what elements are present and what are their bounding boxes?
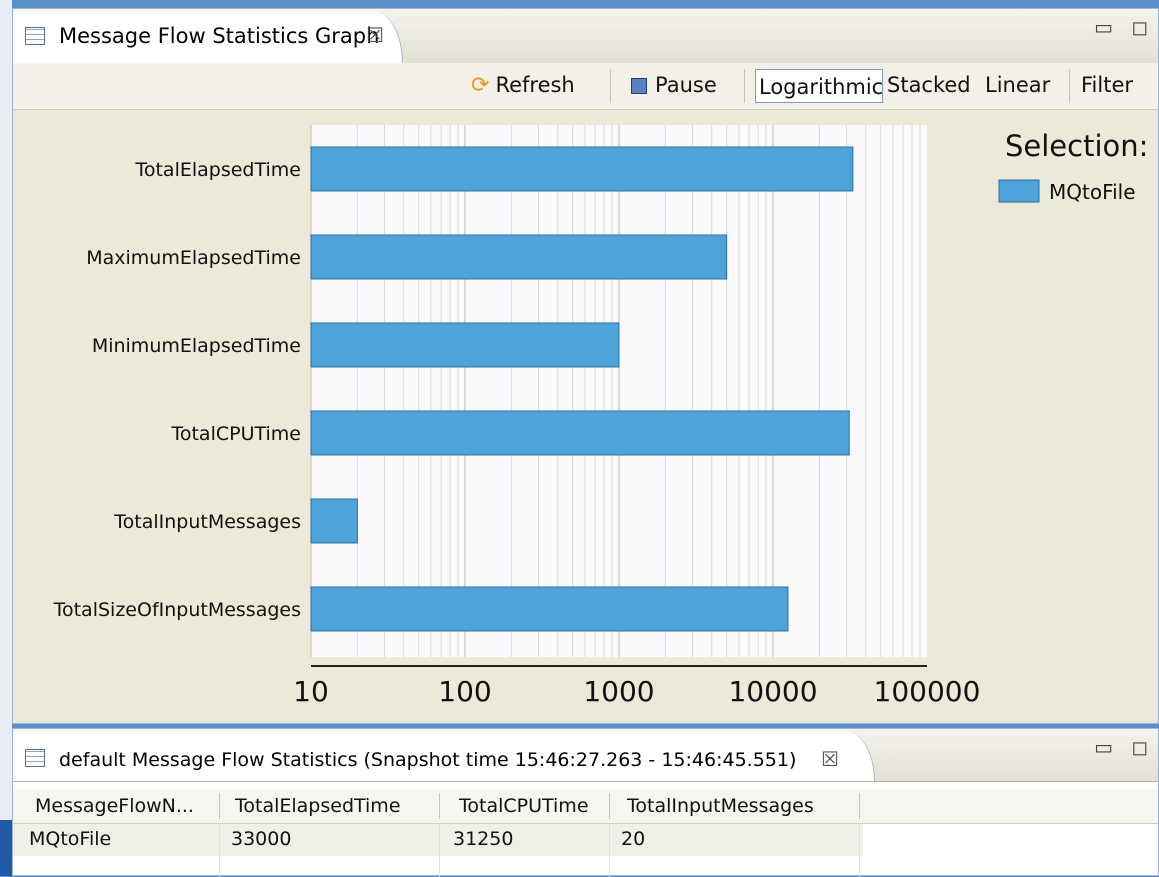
bar-maximumelapsedtime — [310, 234, 728, 280]
tab-title: default Message Flow Statistics (Snapsho… — [59, 749, 797, 771]
statistics-table-view: default Message Flow Statistics (Snapsho… — [12, 728, 1159, 877]
category-label: TotalCPUTime — [170, 423, 301, 445]
column-divider[interactable] — [439, 793, 440, 819]
chart-category-labels: TotalElapsedTime MaximumElapsedTime Minimu… — [53, 159, 301, 621]
column-divider — [219, 824, 220, 877]
x-tick-label: 10000 — [728, 675, 817, 708]
table-icon — [25, 749, 45, 767]
cell-totalelapsedtime: 33000 — [231, 828, 292, 850]
x-tick-label: 1000 — [583, 675, 654, 708]
column-divider — [859, 824, 860, 877]
column-divider[interactable] — [609, 793, 610, 819]
category-label: MinimumElapsedTime — [92, 335, 301, 357]
x-tick-label: 10 — [293, 675, 329, 708]
cell-totalcputime: 31250 — [453, 828, 514, 850]
table-row[interactable]: MQtoFile 33000 31250 20 — [13, 824, 863, 856]
bar-minimumelapsedtime — [310, 322, 620, 368]
minimize-maximize-icon[interactable]: ▭ ◻ — [1094, 735, 1154, 759]
x-tick-label: 100 — [438, 675, 491, 708]
column-divider — [609, 824, 610, 877]
category-label: TotalElapsedTime — [134, 159, 301, 181]
x-tick-label: 100000 — [874, 675, 981, 708]
cell-totalinputmessages: 20 — [621, 828, 646, 850]
left-edge — [0, 0, 12, 820]
category-label: TotalSizeOfInputMessages — [53, 599, 301, 621]
column-header-totalcputime[interactable]: TotalCPUTime — [459, 795, 589, 817]
legend-swatch — [998, 179, 1040, 203]
bar-totalinputmessages — [310, 498, 358, 544]
bar-totalsizeofinputmessages — [310, 586, 789, 632]
close-icon[interactable]: ☒ — [821, 747, 839, 771]
column-header-totalelapsedtime[interactable]: TotalElapsedTime — [235, 795, 401, 817]
column-header-totalinputmessages[interactable]: TotalInputMessages — [627, 795, 814, 817]
legend-label: MQtoFile — [1049, 180, 1136, 204]
desktop-background — [0, 820, 12, 876]
category-label: TotalInputMessages — [113, 511, 301, 533]
view-tabstrip: default Message Flow Statistics (Snapsho… — [13, 729, 1158, 782]
table-header: MessageFlowN... TotalElapsedTime TotalCP… — [13, 789, 1158, 824]
bar-totalelapsedtime — [310, 146, 854, 192]
category-label: MaximumElapsedTime — [86, 247, 301, 269]
column-divider[interactable] — [859, 793, 860, 819]
legend-title: Selection: — [1005, 129, 1148, 163]
column-divider — [439, 824, 440, 877]
bar-chart: TotalElapsedTime MaximumElapsedTime Minimu… — [53, 125, 1148, 708]
column-divider[interactable] — [219, 793, 220, 819]
tab-default-message-flow-statistics[interactable]: default Message Flow Statistics (Snapsho… — [13, 731, 875, 781]
bar-totalcputime — [310, 410, 850, 456]
chart-x-tick-labels: 10 100 1000 10000 100000 — [293, 675, 980, 708]
column-header-messageflowname[interactable]: MessageFlowN... — [35, 795, 194, 817]
statistics-graph-view: Message Flow Statistics Graph ☒ ▭ ◻ ⟳ Ref… — [12, 8, 1159, 724]
cell-messageflowname: MQtoFile — [29, 828, 112, 850]
